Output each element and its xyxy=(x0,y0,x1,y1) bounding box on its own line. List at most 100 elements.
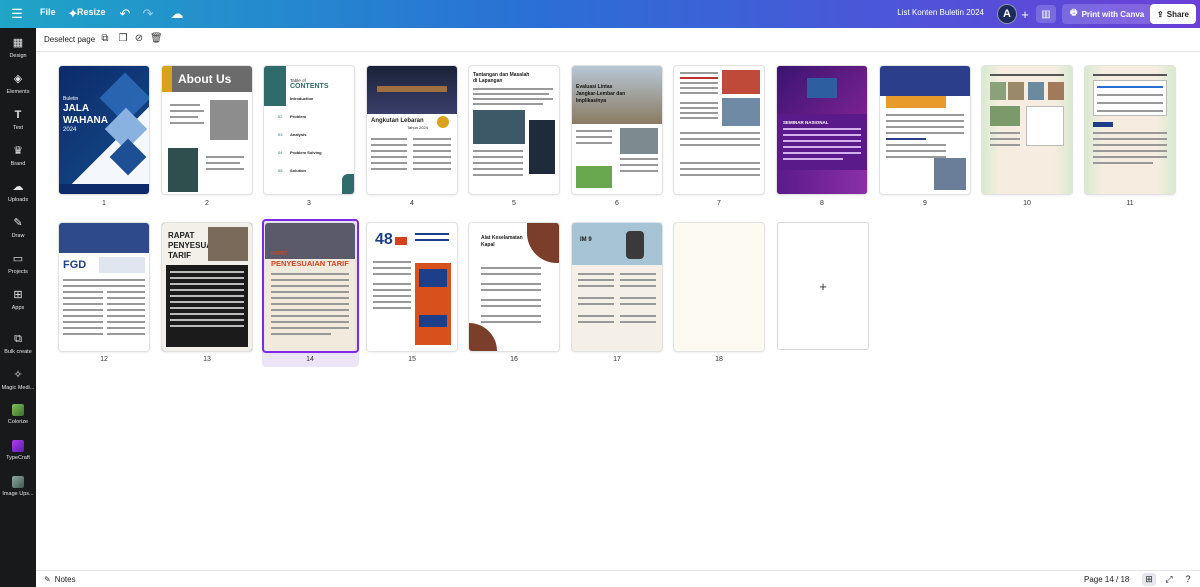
sidebar-item-draw[interactable]: ✎ Draw xyxy=(0,216,36,239)
page-thumbnail-16[interactable]: Alat Keselamatan Kapal xyxy=(469,223,559,351)
apps-icon: ⊞ xyxy=(13,289,23,301)
page-number: 2 xyxy=(205,200,209,207)
page-number: 3 xyxy=(307,200,311,207)
cloud-save-icon[interactable]: ☁ xyxy=(168,5,186,23)
page-thumbnail-11[interactable] xyxy=(1085,66,1175,194)
page-thumbnail-10[interactable] xyxy=(982,66,1072,194)
sidebar-item-bulk-create[interactable]: ⧉ Bulk create xyxy=(0,332,36,355)
add-collaborator-icon[interactable]: + xyxy=(1016,5,1034,23)
brand-icon: ♛ xyxy=(13,145,23,157)
page-indicator[interactable]: Page 14 / 18 xyxy=(1084,575,1129,584)
page-thumbnail-12[interactable]: FGD xyxy=(59,223,149,351)
selected-page-border xyxy=(262,219,359,353)
page-number: 16 xyxy=(510,356,518,363)
bottom-bar: ✎ Notes Page 14 / 18 ⊞ ⤢ ? xyxy=(36,570,1200,587)
page-thumbnail-8[interactable]: SEMINAR NASIONAL xyxy=(777,66,867,194)
layout-icon: ▦ xyxy=(12,37,24,49)
colorize-icon xyxy=(12,404,24,416)
notes-button[interactable]: ✎ Notes xyxy=(44,575,76,584)
cover-title-1: JALA xyxy=(63,103,90,114)
sidebar-item-uploads[interactable]: ☁ Uploads xyxy=(0,180,36,203)
share-icon: ⇪ xyxy=(1157,9,1164,19)
deselect-page-button[interactable]: Deselect page xyxy=(44,35,95,44)
undo-icon[interactable]: ↶ xyxy=(116,5,134,23)
page-number: 7 xyxy=(717,200,721,207)
about-title: About Us xyxy=(178,72,232,86)
page-number: 5 xyxy=(512,200,516,207)
page-thumbnail-4[interactable]: Angkutan Lebaran Tahun 2024 xyxy=(367,66,457,194)
page-number: 17 xyxy=(613,356,621,363)
page-thumbnail-6[interactable]: Evaluasi Lintas Jangkar-Lembar dan Impli… xyxy=(572,66,662,194)
cover-title-2: WAHANA xyxy=(63,115,108,126)
hide-page-icon[interactable]: ⊘ xyxy=(133,33,145,45)
sidebar-item-design[interactable]: ▦ Design xyxy=(0,36,36,59)
page-number: 8 xyxy=(820,200,824,207)
truck-icon: 🖶 xyxy=(1070,8,1078,17)
grid-view-icon[interactable]: ⊞ xyxy=(1142,573,1156,586)
page-number: 4 xyxy=(410,200,414,207)
duplicate-page-icon[interactable]: ❐ xyxy=(117,33,129,45)
redo-icon[interactable]: ↷ xyxy=(139,5,157,23)
page-thumbnail-5[interactable]: Tantangan dan Masalah di Lapangan xyxy=(469,66,559,194)
help-icon[interactable]: ? xyxy=(1181,573,1195,586)
document-title[interactable]: List Konten Buletin 2024 xyxy=(897,8,984,17)
add-page-button[interactable]: + xyxy=(777,222,869,350)
upload-icon: ☁ xyxy=(12,181,24,193)
left-sidebar: ▦ Design ◈ Elements T Text ♛ Brand ☁ Upl… xyxy=(0,28,36,587)
delete-page-icon[interactable]: 🗑 xyxy=(150,33,163,45)
sidebar-item-text[interactable]: T Text xyxy=(0,108,36,131)
page-number: 10 xyxy=(1023,200,1031,207)
page-number: 9 xyxy=(923,200,927,207)
analytics-icon[interactable]: ▥ xyxy=(1036,5,1056,23)
page-thumbnail-13[interactable]: RAPAT PENYESUAIAN TARIF xyxy=(162,223,252,351)
page-thumbnail-3[interactable]: Table of CONTENTS 01 Introduction 02 Pro… xyxy=(264,66,354,194)
page-number-selected: 14 xyxy=(306,356,314,363)
page-number: 15 xyxy=(408,356,416,363)
magic-media-icon: ✧ xyxy=(13,369,23,381)
avatar[interactable]: A xyxy=(997,4,1017,24)
plus-icon: + xyxy=(819,278,827,294)
page-thumbnail-1[interactable]: Buletin JALA WAHANA 2024 xyxy=(59,66,149,194)
fgd-title: FGD xyxy=(63,259,87,271)
typecraft-icon xyxy=(12,440,24,452)
cover-label: Buletin xyxy=(63,96,79,102)
resize-button[interactable]: Resize xyxy=(77,7,106,17)
page-thumbnail-9[interactable] xyxy=(880,66,970,194)
page-number: 6 xyxy=(615,200,619,207)
image-upscaler-icon xyxy=(12,476,24,488)
page-thumbnail-2[interactable]: About Us xyxy=(162,66,252,194)
page-number: 18 xyxy=(715,356,723,363)
print-with-canva-button[interactable]: 🖶 Print with Canva xyxy=(1062,4,1153,24)
sidebar-item-colorize[interactable]: Colorize xyxy=(0,404,36,425)
article-title: Angkutan Lebaran xyxy=(371,118,424,124)
page-thumbnail-17[interactable]: IM 9 xyxy=(572,223,662,351)
shapes-icon: ◈ xyxy=(13,73,23,85)
toc-title: CONTENTS xyxy=(290,83,329,90)
sidebar-item-brand[interactable]: ♛ Brand xyxy=(0,144,36,167)
folder-icon: ▭ xyxy=(12,253,24,265)
page-number: 1 xyxy=(102,200,106,207)
file-menu[interactable]: File xyxy=(40,7,56,17)
add-page-icon[interactable]: ⧉ xyxy=(99,33,111,45)
page-number: 11 xyxy=(1126,200,1134,207)
page-thumbnail-15[interactable]: 48 xyxy=(367,223,457,351)
cover-year: 2024 xyxy=(63,127,77,133)
sidebar-item-elements[interactable]: ◈ Elements xyxy=(0,72,36,95)
top-bar: ☰ File ✦ Resize ↶ ↷ ☁ List Konten Buleti… xyxy=(0,0,1200,28)
fullscreen-icon[interactable]: ⤢ xyxy=(1162,573,1176,586)
hamburger-icon[interactable]: ☰ xyxy=(8,5,26,23)
page-thumbnail-18[interactable] xyxy=(674,223,764,351)
seminar-title: SEMINAR NASIONAL xyxy=(783,120,829,125)
share-button[interactable]: ⇪ Share xyxy=(1150,4,1196,24)
sidebar-item-projects[interactable]: ▭ Projects xyxy=(0,252,36,275)
page-grid: Buletin JALA WAHANA 2024 1 About Us 2 Ta… xyxy=(36,52,1200,570)
sidebar-item-magic-media[interactable]: ✧ Magic Medi... xyxy=(0,368,36,391)
page-number: 13 xyxy=(203,356,211,363)
bulk-create-icon: ⧉ xyxy=(14,333,22,345)
page-thumbnail-7[interactable] xyxy=(674,66,764,194)
anniversary-badge: 48 xyxy=(375,231,393,248)
sidebar-item-typecraft[interactable]: TypeCraft xyxy=(0,440,36,461)
sidebar-item-apps[interactable]: ⊞ Apps xyxy=(0,288,36,311)
sidebar-item-image-upscaler[interactable]: Image Ups... xyxy=(0,476,36,497)
page-number: 12 xyxy=(100,356,108,363)
